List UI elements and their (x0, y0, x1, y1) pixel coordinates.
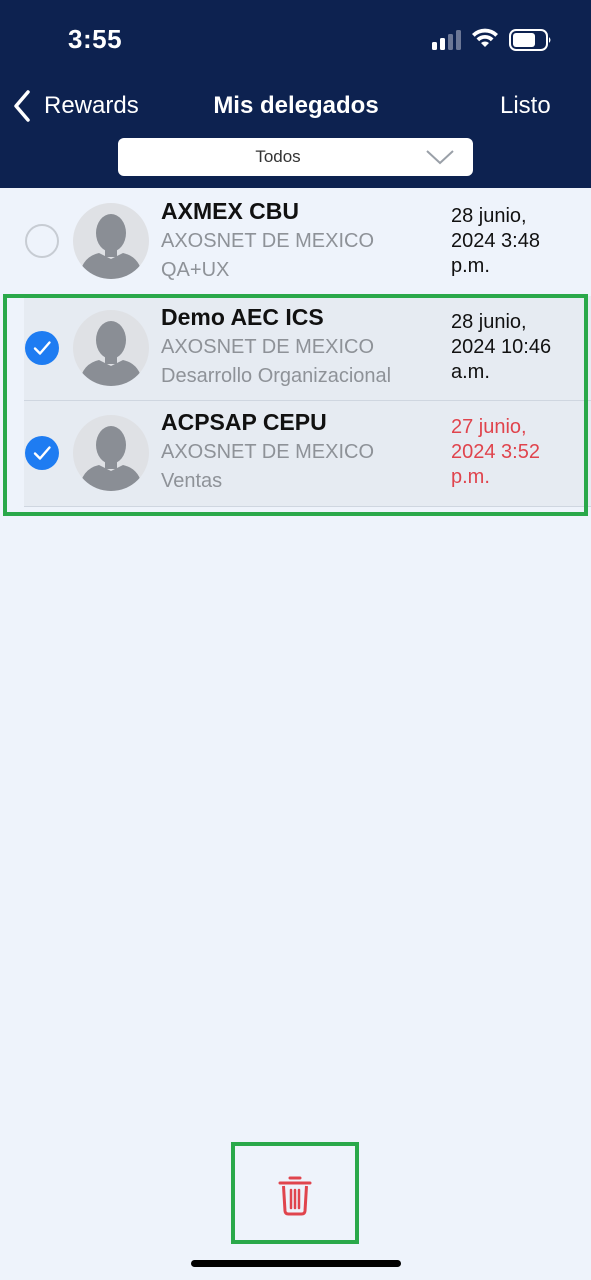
battery-icon (509, 29, 551, 51)
delegate-date: 28 junio, 2024 10:46 a.m. (451, 311, 552, 383)
delegate-department: Ventas (161, 470, 223, 492)
navigation-header: 3:55 Rewards Mis delegados Listo Todos (0, 0, 591, 188)
delegate-company: AXOSNET DE MEXICO (161, 336, 375, 358)
delegate-date: 28 junio, 2024 3:48 p.m. (451, 205, 540, 277)
delete-button[interactable] (232, 1142, 358, 1244)
done-button[interactable]: Listo (500, 86, 575, 126)
home-indicator (191, 1260, 401, 1267)
checkmark-icon (33, 446, 51, 460)
chevron-down-icon (426, 150, 454, 165)
selection-checkbox-checked[interactable] (25, 436, 59, 470)
filter-dropdown[interactable]: Todos (118, 138, 473, 176)
delegate-row[interactable]: AXMEX CBU AXOSNET DE MEXICO QA+UX 28 jun… (0, 188, 591, 294)
checkmark-icon (33, 341, 51, 355)
selection-checkbox[interactable] (25, 224, 59, 258)
delegate-name: AXMEX CBU (161, 198, 300, 224)
selection-checkbox-checked[interactable] (25, 331, 59, 365)
back-button[interactable]: Rewards (10, 86, 160, 126)
person-placeholder-icon (79, 214, 143, 279)
avatar (73, 310, 149, 386)
delegate-row[interactable]: Demo AEC ICS AXOSNET DE MEXICO Desarroll… (0, 296, 591, 402)
row-divider (24, 506, 591, 507)
delegate-company: AXOSNET DE MEXICO (161, 441, 375, 463)
delegate-name: Demo AEC ICS (161, 304, 324, 330)
person-placeholder-icon (79, 321, 143, 386)
delegate-row[interactable]: ACPSAP CEPU AXOSNET DE MEXICO Ventas 27 … (0, 401, 591, 507)
filter-selected-value: Todos (255, 147, 301, 166)
wifi-icon (472, 28, 498, 47)
trash-icon (278, 1176, 312, 1216)
delegate-date: 27 junio, 2024 3:52 p.m. (451, 416, 540, 488)
page-title: Mis delegados (213, 92, 379, 119)
back-button-label: Rewards (44, 92, 139, 119)
avatar (73, 415, 149, 491)
delegate-department: Desarrollo Organizacional (161, 365, 392, 387)
delegate-company: AXOSNET DE MEXICO (161, 230, 375, 252)
delegate-name: ACPSAP CEPU (161, 409, 327, 435)
cellular-signal-icon (432, 30, 462, 50)
status-time: 3:55 (68, 24, 123, 54)
person-placeholder-icon (79, 426, 143, 491)
delegate-department: QA+UX (161, 259, 230, 281)
chevron-left-icon (14, 90, 30, 122)
avatar (73, 203, 149, 279)
